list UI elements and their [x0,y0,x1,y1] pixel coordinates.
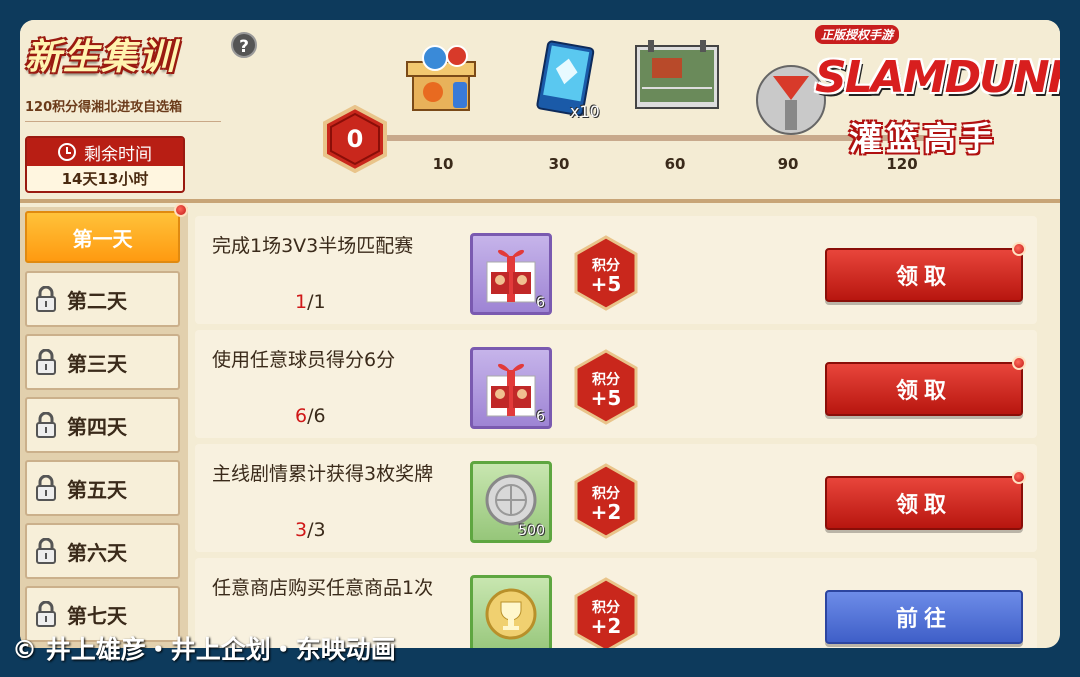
day-tab-1[interactable]: 第一天 [25,211,180,263]
day-tab-3[interactable]: 第三天 [25,334,180,390]
day-tab-4[interactable]: 第四天 [25,397,180,453]
task-progress: 1/1 [295,291,326,313]
logo-tag: 正版授权手游 [815,25,900,44]
event-subtitle: 120积分得湘北进攻自选箱 [25,96,221,122]
day-label: 第七天 [67,603,127,628]
reward-item[interactable]: 6 [470,233,552,315]
points-value: +2 [590,614,622,638]
reward-item[interactable] [470,575,552,648]
notification-dot [174,203,188,217]
lock-icon [36,286,56,312]
notification-dot [1012,356,1026,370]
help-icon[interactable]: ? [231,32,257,58]
item-count: 6 [536,409,545,425]
current-score: 0 [346,125,364,153]
points-value: +5 [590,386,622,410]
task-description: 完成1场3V3半场匹配赛 [212,235,414,257]
day-tab-6[interactable]: 第六天 [25,523,180,579]
task-row: 完成1场3V3半场匹配赛 1/1 6 积分 +5 领取 [195,216,1037,324]
event-panel: 新生集训 ? 120积分得湘北进攻自选箱 剩余时间 14天13小时 0 10 3… [20,20,1060,648]
points-value: +5 [590,272,622,296]
timer-label: 剩余时间 [84,144,152,165]
go-button[interactable]: 前往 [825,590,1023,644]
claim-button[interactable]: 领取 [825,248,1023,302]
day-sidebar: 第一天 第二天 第三天 第四天 第五天 第六天 第七天 [20,203,188,648]
lock-icon [36,349,56,375]
gold-trophy-icon [485,588,537,640]
day-label: 第三天 [67,351,127,376]
notification-dot [1012,470,1026,484]
event-title: 新生集训 [25,37,178,78]
claim-button[interactable]: 领取 [825,476,1023,530]
game-logo: 正版授权手游 SLAMDUNK 灌篮高手 [755,22,1060,172]
item-count: 6 [536,295,545,311]
task-progress: 6/6 [295,405,326,427]
calendar-court-icon[interactable] [632,38,722,122]
day-label: 第五天 [67,477,127,502]
day-tab-5[interactable]: 第五天 [25,460,180,516]
copyright-notice: © 井上雄彦・井上企划・东映动画 [12,635,396,664]
notification-dot [1012,242,1026,256]
logo-chinese: 灌篮高手 [849,119,997,158]
timer-value: 14天13小时 [61,170,149,188]
logo-wordmark: SLAMDUNK [815,52,1060,103]
task-description: 任意商店购买任意商品1次 [212,577,434,599]
task-row: 主线剧情累计获得3枚奖牌 3/3 500 积分 +2 领取 [195,444,1037,552]
lock-icon [36,475,56,501]
lock-icon [36,538,56,564]
day-label: 第六天 [67,540,127,565]
remaining-time-box: 剩余时间 14天13小时 [25,136,185,193]
blue-card-icon[interactable]: x10 [528,40,600,126]
points-value: +2 [590,500,622,524]
task-description: 使用任意球员得分6分 [212,349,396,371]
points-badge: 积分 +2 [573,577,639,648]
day-label: 第四天 [67,414,127,439]
reward-item[interactable]: 500 [470,461,552,543]
claim-button[interactable]: 领取 [825,362,1023,416]
task-row: 使用任意球员得分6分 6/6 6 积分 +5 领取 [195,330,1037,438]
day-label: 第一天 [72,226,133,251]
points-badge: 积分 +5 [573,349,639,425]
milestone-label: 30 [548,155,570,173]
clock-icon [58,143,76,161]
lock-icon [36,601,56,627]
points-badge: 积分 +5 [573,235,639,311]
reward-item[interactable]: 6 [470,347,552,429]
task-progress: 3/3 [295,519,326,541]
item-count: 500 [518,523,545,539]
milestone-label: 60 [664,155,686,173]
task-description: 主线剧情累计获得3枚奖牌 [212,463,434,485]
event-header: 新生集训 ? 120积分得湘北进攻自选箱 剩余时间 14天13小时 0 10 3… [20,20,1060,203]
day-tab-2[interactable]: 第二天 [25,271,180,327]
day-label: 第二天 [67,288,127,313]
current-score-badge: 0 [321,104,389,174]
lock-icon [36,412,56,438]
gift-crate-icon[interactable] [405,42,485,124]
card-count: x10 [570,102,600,121]
points-badge: 积分 +2 [573,463,639,539]
milestone-label: 10 [432,155,454,173]
